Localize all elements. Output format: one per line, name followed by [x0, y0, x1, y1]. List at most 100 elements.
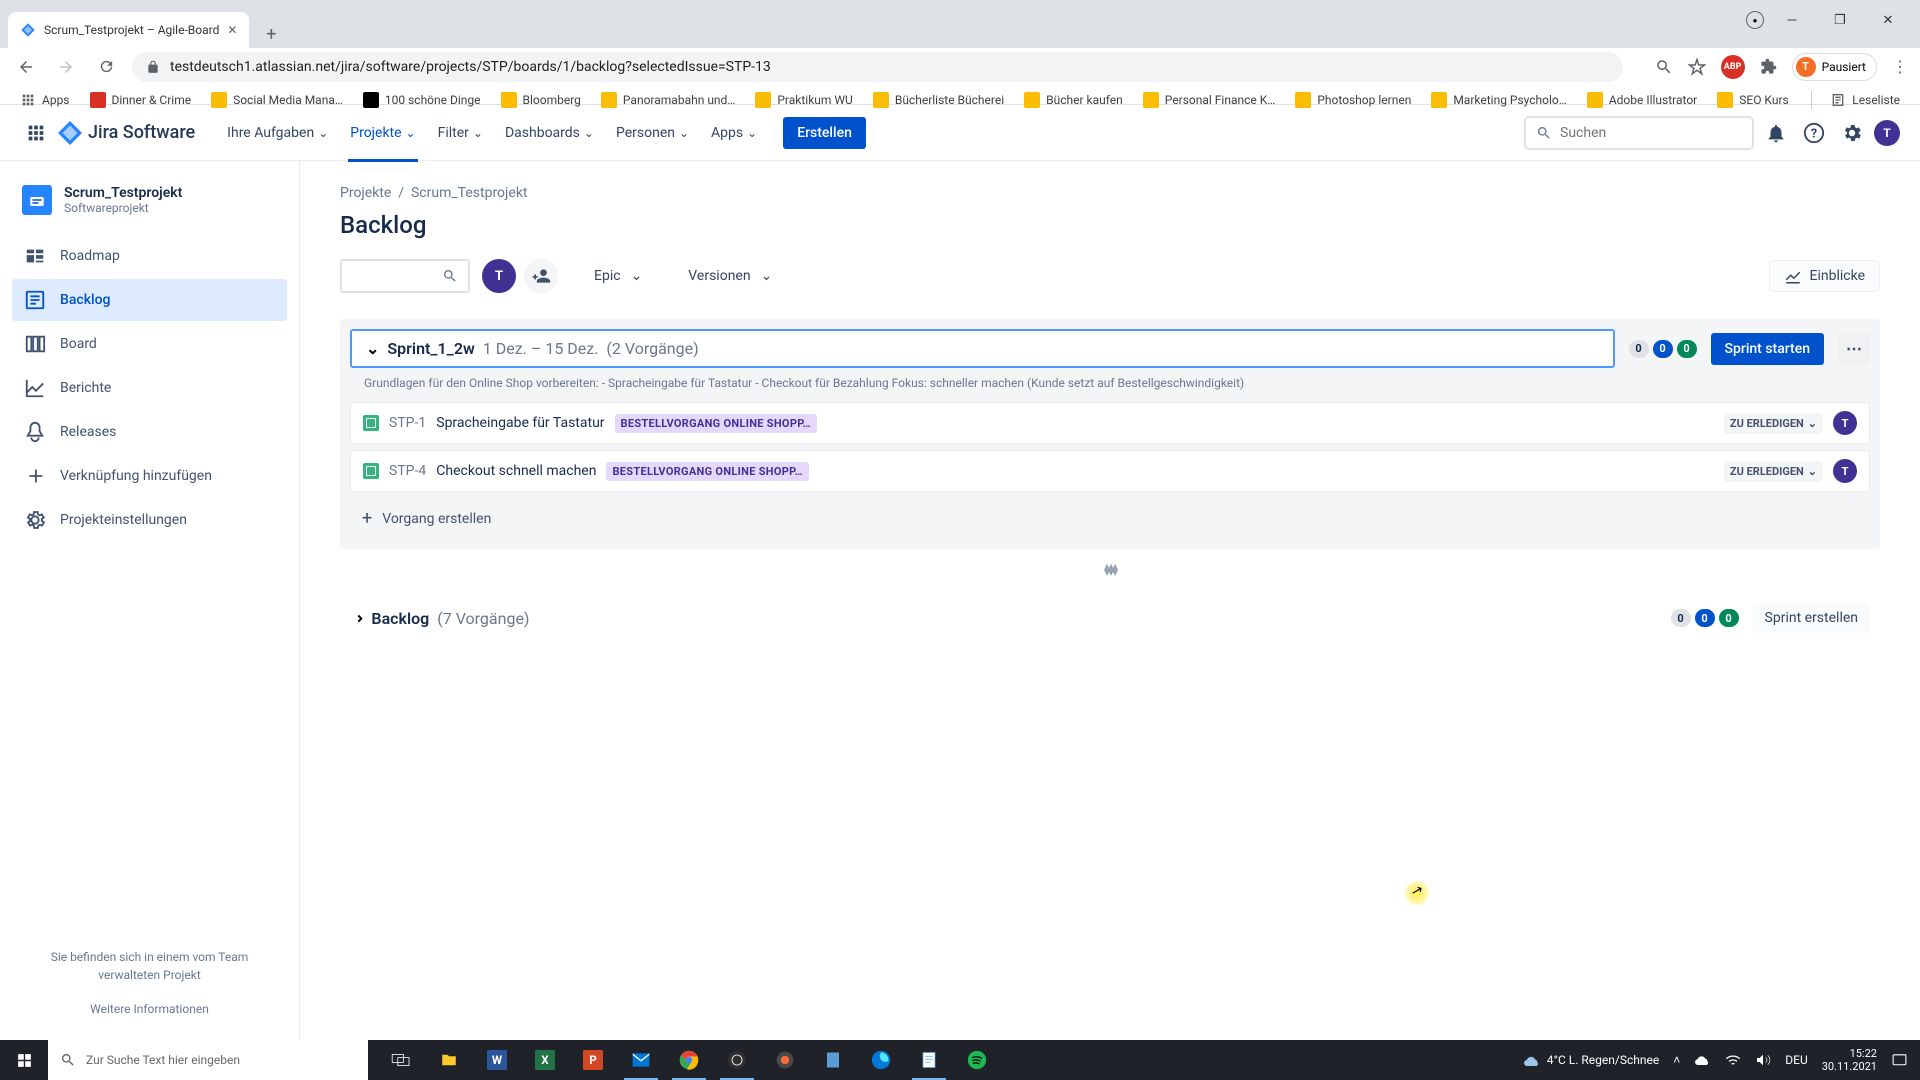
close-icon[interactable]: ✕	[227, 23, 237, 37]
sprint-badges: 0 0 0	[1629, 340, 1697, 358]
sidebar-item-berichte[interactable]: Berichte	[12, 367, 287, 409]
sidebar-item-backlog[interactable]: Backlog	[12, 279, 287, 321]
abp-extension-icon[interactable]: ABP	[1721, 55, 1745, 79]
obs-icon[interactable]	[714, 1040, 760, 1080]
insights-button[interactable]: Einblicke	[1769, 260, 1880, 292]
excel-icon[interactable]: X	[522, 1040, 568, 1080]
address-bar: testdeutsch1.atlassian.net/jira/software…	[0, 48, 1920, 85]
word-icon[interactable]: W	[474, 1040, 520, 1080]
chevron-down-icon: ⌄	[679, 126, 689, 140]
create-sprint-button[interactable]: Sprint erstellen	[1753, 603, 1870, 633]
sprint-dates: 1 Dez. – 15 Dez.	[483, 339, 599, 358]
extensions-icon[interactable]	[1760, 58, 1777, 75]
badge-progress: 0	[1653, 340, 1673, 358]
onedrive-icon[interactable]	[1694, 1054, 1711, 1066]
help-icon[interactable]: ?	[1798, 117, 1830, 149]
nav-item-dashboards[interactable]: Dashboards⌄	[495, 119, 604, 147]
tray-chevron-icon[interactable]: ˄	[1673, 1053, 1680, 1067]
browser-tab[interactable]: Scrum_Testprojekt – Agile-Board ✕	[8, 12, 249, 48]
spotify-icon[interactable]	[954, 1040, 1000, 1080]
maximize-button[interactable]: ❐	[1820, 5, 1860, 35]
star-icon[interactable]	[1688, 58, 1706, 76]
sprint-title-box[interactable]: ⌄ Sprint_1_2w 1 Dez. – 15 Dez. (2 Vorgän…	[350, 329, 1615, 368]
language-indicator[interactable]: DEU	[1785, 1053, 1807, 1067]
nav-item-projekte[interactable]: Projekte⌄	[340, 119, 425, 147]
issue-row[interactable]: STP-4Checkout schnell machenBESTELLVORGA…	[350, 450, 1870, 492]
user-avatar[interactable]: T	[1874, 120, 1900, 146]
notifications-tray-icon[interactable]	[1891, 1052, 1908, 1069]
sidebar-item-roadmap[interactable]: Roadmap	[12, 235, 287, 277]
epic-tag[interactable]: BESTELLVORGANG ONLINE SHOPP…	[606, 462, 808, 481]
search-input[interactable]	[1560, 125, 1742, 141]
clock[interactable]: 15:22 30.11.2021	[1822, 1047, 1877, 1073]
epic-tag[interactable]: BESTELLVORGANG ONLINE SHOPP…	[615, 414, 817, 433]
chevron-down-icon[interactable]: ⌄	[366, 339, 379, 358]
nav-item-apps[interactable]: Apps⌄	[701, 119, 767, 147]
footer-link[interactable]: Weitere Informationen	[22, 1002, 277, 1016]
sidebar-item-releases[interactable]: Releases	[12, 411, 287, 453]
new-tab-button[interactable]: +	[257, 20, 285, 48]
profile-chip[interactable]: T Pausiert	[1792, 53, 1877, 81]
app-icon-1[interactable]	[762, 1040, 808, 1080]
status-dropdown[interactable]: ZU ERLEDIGEN ⌄	[1724, 413, 1823, 434]
chevron-right-icon[interactable]: ⌄	[347, 611, 366, 624]
zoom-icon[interactable]	[1655, 58, 1673, 76]
status-dropdown[interactable]: ZU ERLEDIGEN ⌄	[1724, 461, 1823, 482]
start-sprint-button[interactable]: Sprint starten	[1711, 333, 1824, 365]
sidebar-icon	[24, 465, 46, 487]
minimize-button[interactable]: ─	[1772, 5, 1812, 35]
explorer-icon[interactable]	[426, 1040, 472, 1080]
chrome-icon[interactable]	[666, 1040, 712, 1080]
sidebar-icon	[24, 421, 46, 443]
forward-button[interactable]	[52, 53, 80, 81]
weather-widget[interactable]: 4°C L. Regen/Schnee	[1523, 1051, 1659, 1069]
url-field[interactable]: testdeutsch1.atlassian.net/jira/software…	[132, 52, 1623, 82]
settings-icon[interactable]	[1836, 117, 1868, 149]
create-button[interactable]: Erstellen	[783, 117, 866, 149]
app-icon-2[interactable]	[810, 1040, 856, 1080]
sidebar-item-board[interactable]: Board	[12, 323, 287, 365]
start-button[interactable]	[0, 1040, 48, 1080]
volume-icon[interactable]	[1755, 1052, 1771, 1068]
content: Projekte / Scrum_Testprojekt Backlog T E…	[300, 161, 1920, 1040]
reload-button[interactable]	[92, 53, 120, 81]
breadcrumb-projects[interactable]: Projekte	[340, 185, 391, 201]
issue-row[interactable]: STP-1Spracheingabe für TastaturBESTELLVO…	[350, 402, 1870, 444]
project-type: Softwareprojekt	[64, 201, 182, 215]
sprint-more-button[interactable]: ⋯	[1838, 333, 1870, 365]
epic-filter[interactable]: Epic ⌄	[584, 262, 652, 290]
url-text: testdeutsch1.atlassian.net/jira/software…	[170, 59, 771, 75]
assignee-avatar[interactable]: T	[1833, 411, 1857, 435]
cast-icon[interactable]: ●	[1746, 11, 1764, 29]
versions-filter[interactable]: Versionen ⌄	[678, 262, 782, 290]
wifi-icon[interactable]	[1725, 1053, 1741, 1067]
notifications-icon[interactable]	[1760, 117, 1792, 149]
jira-logo[interactable]: Jira Software	[58, 121, 195, 145]
create-issue-link[interactable]: + Vorgang erstellen	[350, 498, 1870, 539]
task-view-icon[interactable]	[378, 1040, 424, 1080]
close-window-button[interactable]: ✕	[1868, 5, 1908, 35]
sidebar-item-verkn-pfung-hinzuf-gen[interactable]: Verknüpfung hinzufügen	[12, 455, 287, 497]
back-button[interactable]	[12, 53, 40, 81]
edge-icon[interactable]	[858, 1040, 904, 1080]
backlog-search[interactable]	[340, 259, 470, 293]
svg-text:?: ?	[1811, 126, 1817, 141]
sidebar-item-projekteinstellungen[interactable]: Projekteinstellungen	[12, 499, 287, 541]
backlog-header[interactable]: ⌄ Backlog (7 Vorgänge)	[350, 609, 1657, 628]
global-search[interactable]	[1524, 116, 1754, 150]
app-switcher-icon[interactable]	[20, 117, 52, 149]
drag-handle[interactable]: ▴▴▴▾▾▾	[340, 563, 1880, 575]
filter-avatar[interactable]: T	[482, 259, 516, 293]
taskbar-search[interactable]: Zur Suche Text hier eingeben	[48, 1040, 368, 1080]
nav-item-ihre-aufgaben[interactable]: Ihre Aufgaben⌄	[217, 119, 338, 147]
assignee-avatar[interactable]: T	[1833, 459, 1857, 483]
menu-icon[interactable]: ⋮	[1892, 57, 1908, 76]
nav-item-filter[interactable]: Filter⌄	[428, 119, 493, 147]
breadcrumb-project[interactable]: Scrum_Testprojekt	[411, 185, 528, 201]
powerpoint-icon[interactable]: P	[570, 1040, 616, 1080]
add-people-button[interactable]	[524, 259, 558, 293]
notepad-icon[interactable]	[906, 1040, 952, 1080]
plus-icon: +	[362, 508, 372, 529]
nav-item-personen[interactable]: Personen⌄	[606, 119, 699, 147]
mail-icon[interactable]	[618, 1040, 664, 1080]
